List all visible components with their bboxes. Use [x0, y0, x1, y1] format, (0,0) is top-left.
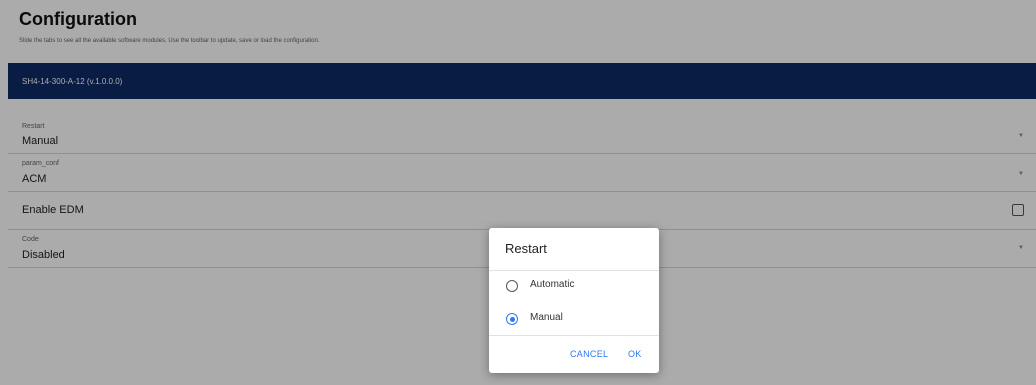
radio-unchecked-icon[interactable] [506, 280, 518, 292]
radio-option-manual[interactable]: Manual [506, 312, 646, 328]
radio-label-automatic: Automatic [530, 279, 575, 290]
radio-label-manual: Manual [530, 312, 563, 323]
dialog-title: Restart [505, 241, 547, 256]
radio-checked-icon[interactable] [506, 313, 518, 325]
dialog-divider [489, 270, 659, 271]
radio-option-automatic[interactable]: Automatic [506, 279, 646, 295]
ok-button[interactable]: OK [628, 349, 642, 359]
dialog-divider [489, 335, 659, 336]
cancel-button[interactable]: CANCEL [570, 349, 608, 359]
restart-dialog: Restart Automatic Manual CANCEL OK [489, 228, 659, 373]
